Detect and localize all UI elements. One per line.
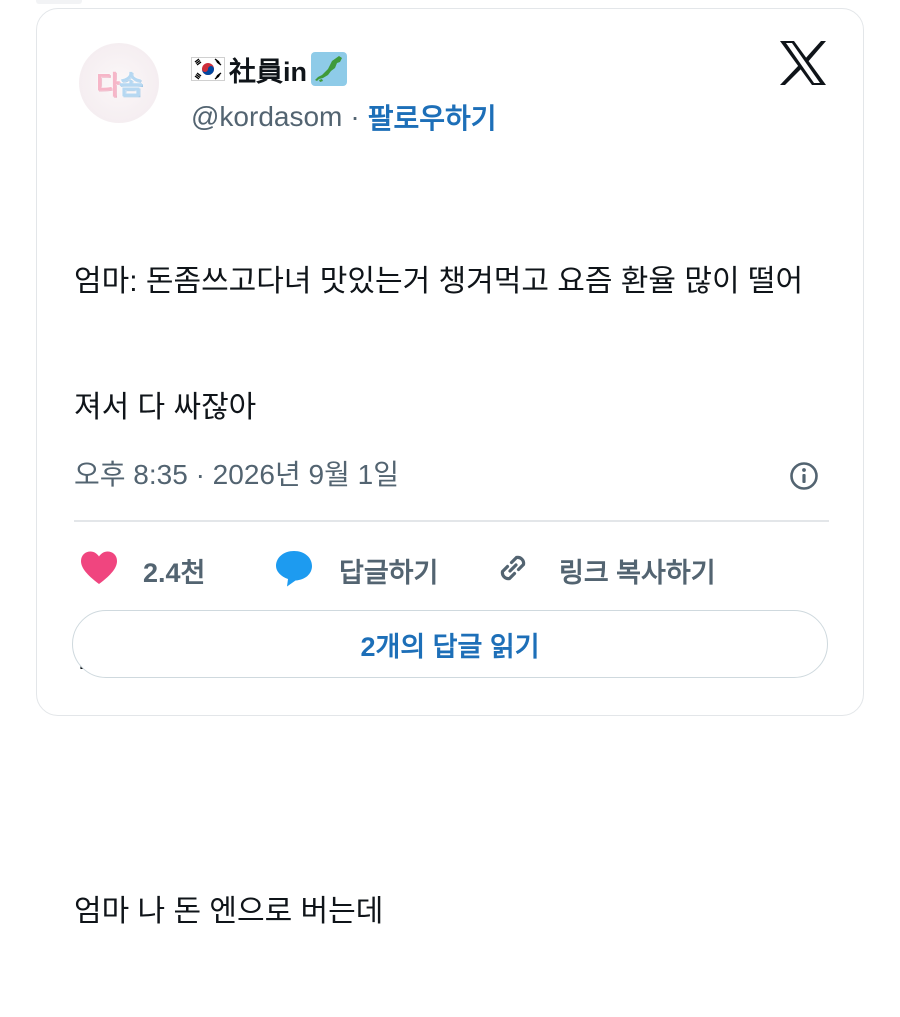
display-name-row[interactable]: 社員in [191,51,347,87]
like-count: 2.4천 [143,557,206,588]
post-body: 엄마: 돈좀쓰고다녀 맛있는거 챙겨먹고 요즘 환율 많이 떨어 져서 다 싸잖… [74,177,834,1017]
link-icon [493,548,533,593]
x-logo-icon[interactable] [777,39,829,87]
post-body-line: 엄마 나 돈 엔으로 버는데 [74,895,384,928]
heart-icon [79,550,119,591]
user-handle[interactable]: @kordasom [191,101,342,133]
copy-link-button[interactable]: 링크 복사하기 [493,547,716,593]
embedded-post-card: 다솜 社員in @kordasom · 팔로우하기 엄마: 돈좀쓰고다녀 맛있는… [36,8,864,928]
handle-row: @kordasom · 팔로우하기 [191,97,497,137]
display-name[interactable]: 社員in [229,50,307,89]
south-korea-flag-icon [191,57,225,81]
like-button[interactable]: 2.4천 [79,547,205,593]
info-icon[interactable] [789,461,819,491]
post-timestamp[interactable]: 오후 8:35 · 2026년 9월 1일 [74,455,399,495]
reply-button[interactable]: 답글하기 [273,547,438,593]
previous-item-edge [36,0,82,4]
reply-label: 답글하기 [339,557,439,588]
separator-dot: · [350,101,360,132]
follow-link[interactable]: 팔로우하기 [368,97,497,137]
divider [74,520,829,522]
japan-map-icon [311,52,347,86]
post-body-line: 엄마: 돈좀쓰고다녀 맛있는거 챙겨먹고 요즘 환율 많이 떨어 [74,265,804,298]
read-replies-button[interactable]: 2개의 답글 읽기 [72,610,828,678]
avatar[interactable]: 다솜 [79,43,159,123]
reply-bubble-icon [273,548,315,593]
post-body-line [74,765,834,807]
copy-link-label: 링크 복사하기 [559,557,716,588]
avatar-lettering: 다솜 [96,70,143,101]
post-body-line: 져서 다 싸잖아 [74,391,257,424]
